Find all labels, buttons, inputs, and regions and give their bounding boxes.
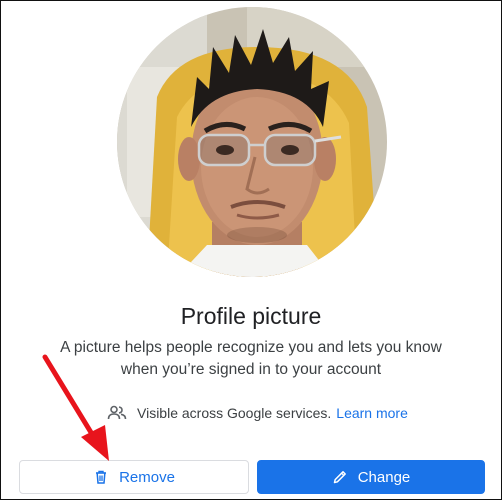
- dialog-title: Profile picture: [180, 303, 322, 329]
- trash-icon: [96, 470, 107, 484]
- visibility-note: Visible across Google services. Learn mo…: [107, 403, 408, 423]
- annotation-arrow: [42, 354, 109, 461]
- learn-more-link[interactable]: Learn more: [336, 405, 408, 421]
- change-button-label: Change: [357, 468, 411, 486]
- change-button[interactable]: Change: [257, 460, 485, 494]
- pencil-icon: [333, 471, 346, 484]
- visibility-text: Visible across Google services.: [137, 405, 332, 421]
- remove-button-label: Remove: [119, 468, 175, 486]
- profile-picture-dialog: Profile picture A picture helps people r…: [0, 0, 502, 500]
- profile-photo: [117, 7, 387, 277]
- remove-button[interactable]: Remove: [19, 460, 249, 494]
